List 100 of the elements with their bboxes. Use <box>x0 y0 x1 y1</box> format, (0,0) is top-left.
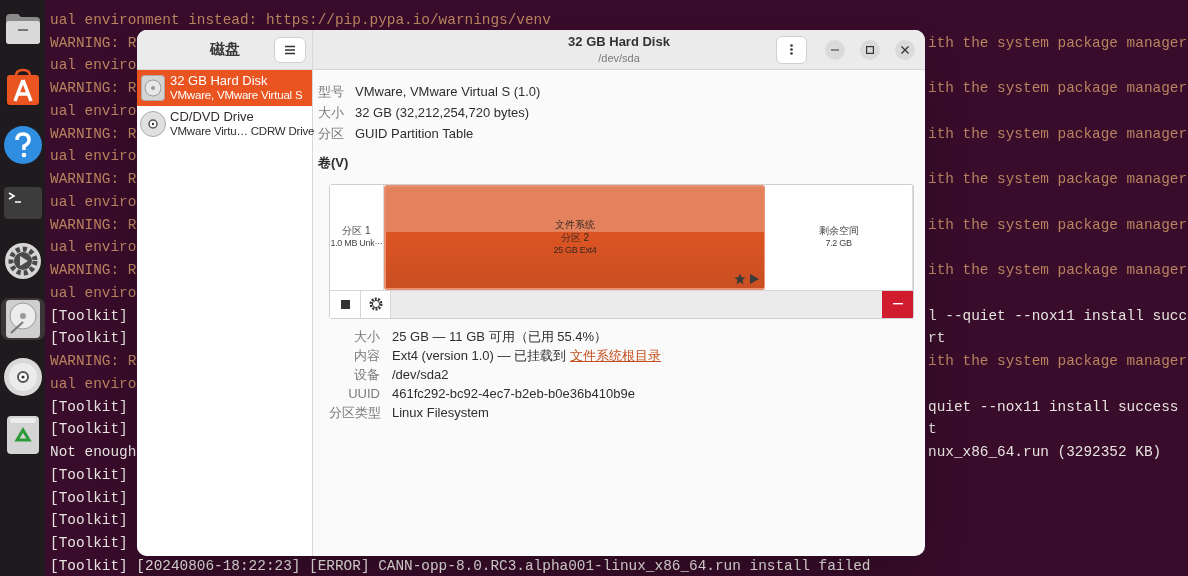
property-value: GUID Partition Table <box>355 124 474 143</box>
detail-value: /dev/sda2 <box>392 365 450 384</box>
detail-value: Ext4 (version 1.0) — 已挂载到 <box>392 346 567 365</box>
mount-point-link[interactable]: 文件系统根目录 <box>570 345 662 365</box>
terminal-line: [Toolkit] [20240806-18:22:23] [ERROR] CANN-opp-8.0.RC3.alpha001-linux_x86_64.run install failed <box>50 556 871 576</box>
detail-label: 大小 <box>353 327 380 346</box>
disk-drive-icon <box>5 300 40 338</box>
disc-icon <box>140 111 166 137</box>
terminal-line: ith the system package manager <box>928 79 1188 98</box>
property-label: 分区 <box>318 124 345 143</box>
terminal-line: ith the system package manager <box>928 352 1188 371</box>
property-value: VMware, VMware Virtual S (1.0) <box>355 82 541 101</box>
detail-value: Linux Filesystem <box>392 403 490 422</box>
terminal-line: ual enviro <box>50 192 137 212</box>
terminal-line: ual environment instead: https://pip.pypa.io/warnings/venv <box>50 10 551 30</box>
segment-label: 剩余空间 <box>818 224 859 237</box>
star-icon <box>734 272 746 285</box>
terminal-line: [Toolkit] <box>50 488 129 508</box>
terminal-line: ith the system package manager <box>928 170 1188 189</box>
close-icon <box>901 45 909 54</box>
trash-icon <box>6 416 39 454</box>
drive-item[interactable]: CD/DVD Drive VMware Virtu… CDRW Drive <box>137 106 312 142</box>
maximize-icon <box>866 45 874 54</box>
partition-segment[interactable]: 分区 1 1.0 MB Unk··· <box>330 184 384 290</box>
property-value: 32 GB (32,212,254,720 bytes) <box>355 103 530 122</box>
terminal-line: WARNING: R <box>50 33 137 53</box>
terminal-line: ual enviro <box>50 374 137 394</box>
drive-item[interactable]: 32 GB Hard Disk VMware, VMware Virtual S <box>137 70 312 106</box>
terminal-line: ith the system package manager <box>928 124 1188 144</box>
terminal-line: WARNING: R <box>50 352 137 371</box>
drive-name: 32 GB Hard Disk <box>170 73 269 88</box>
terminal-line: nux_x86_64.run (3292352 KB) <box>928 443 1162 462</box>
terminal-line: t <box>928 420 937 440</box>
minimize-icon <box>831 48 839 51</box>
property-label: 型号 <box>318 82 345 101</box>
window-subtitle: /dev/sda <box>598 50 640 66</box>
terminal-line: [Toolkit] <box>50 397 129 417</box>
drive-detail: VMware Virtu… CDRW Drive <box>170 124 315 139</box>
detail-label: 分区类型 <box>329 403 380 422</box>
terminal-line: ual enviro <box>50 101 137 121</box>
terminal-icon <box>3 187 42 219</box>
terminal-line: Not enough <box>50 443 137 462</box>
terminal-line: ith the system package manager <box>928 33 1188 53</box>
terminal-line: ith the system package manager <box>928 261 1188 280</box>
terminal-line: ual enviro <box>50 283 137 303</box>
disc-icon <box>3 358 42 396</box>
folder-icon <box>3 12 42 46</box>
terminal-line: l --quiet --nox11 install succ <box>928 306 1188 326</box>
segment-label: 分区 1 <box>342 224 371 237</box>
terminal-line: WARNING: R <box>50 170 137 189</box>
detail-value: 461fc292-bc92-4ec7-b2eb-b0e36b410b9e <box>392 384 636 403</box>
terminal-line: [Toolkit] <box>50 511 129 531</box>
minimize-button[interactable] <box>825 39 845 60</box>
terminal-line: rt <box>928 329 946 349</box>
segment-label: 文件系统 <box>555 217 595 231</box>
terminal-line: [Toolkit] <box>50 420 129 440</box>
volumes-heading: 卷(V) <box>318 154 350 172</box>
terminal-line: ual enviro <box>50 147 137 167</box>
segment-label: 1.0 MB Unk··· <box>330 237 383 250</box>
sidebar-title: 磁盘 <box>209 39 240 60</box>
terminal-line: [Toolkit] <box>50 534 129 553</box>
more-icon <box>790 44 793 55</box>
terminal-line: [Toolkit] <box>50 465 129 485</box>
terminal-line: [Toolkit] <box>50 329 129 349</box>
terminal-line: ual enviro <box>50 238 137 258</box>
terminal-line: WARNING: R <box>50 215 137 235</box>
store-bag-icon <box>4 68 41 106</box>
terminal-line: ith the system package manager <box>928 215 1188 235</box>
detail-value: 25 GB — 11 GB 可用（已用 55.4%） <box>392 327 609 346</box>
menu-icon <box>284 45 296 55</box>
drive-detail: VMware, VMware Virtual S <box>170 88 303 103</box>
close-button[interactable] <box>895 39 915 60</box>
terminal-line: [Toolkit] <box>50 306 129 326</box>
drive-name: CD/DVD Drive <box>170 109 255 124</box>
segment-label: 7.2 GB <box>825 237 852 250</box>
settings-icon <box>3 242 42 280</box>
partition-segment[interactable]: 文件系统 分区 2 25 GB Ext4 <box>384 184 765 290</box>
terminal-line: WARNING: R <box>50 79 137 98</box>
property-label: 大小 <box>318 103 345 122</box>
detail-label: 设备 <box>353 365 380 384</box>
terminal-line: ual enviro <box>50 56 137 76</box>
minus-icon <box>892 303 903 305</box>
window-title: 32 GB Hard Disk <box>568 33 670 50</box>
help-icon <box>3 126 42 164</box>
detail-label: 内容 <box>353 346 380 365</box>
segment-label: 分区 2 <box>560 230 590 244</box>
terminal-line: WARNING: R <box>50 124 137 144</box>
delete-button[interactable] <box>882 290 913 318</box>
settings-icon <box>368 297 383 311</box>
dock-item[interactable] <box>0 298 45 340</box>
segment-label: 25 GB Ext4 <box>553 243 597 257</box>
terminal-line: quiet --nox11 install success <box>928 397 1179 417</box>
play-icon <box>749 272 760 285</box>
settings-button[interactable] <box>361 290 391 318</box>
terminal-line: WARNING: R <box>50 261 137 280</box>
stop-icon <box>340 299 350 309</box>
detail-label: UUID <box>347 384 380 403</box>
maximize-button[interactable] <box>860 39 880 60</box>
menu-button[interactable] <box>274 37 306 63</box>
stop-button[interactable] <box>330 290 361 318</box>
